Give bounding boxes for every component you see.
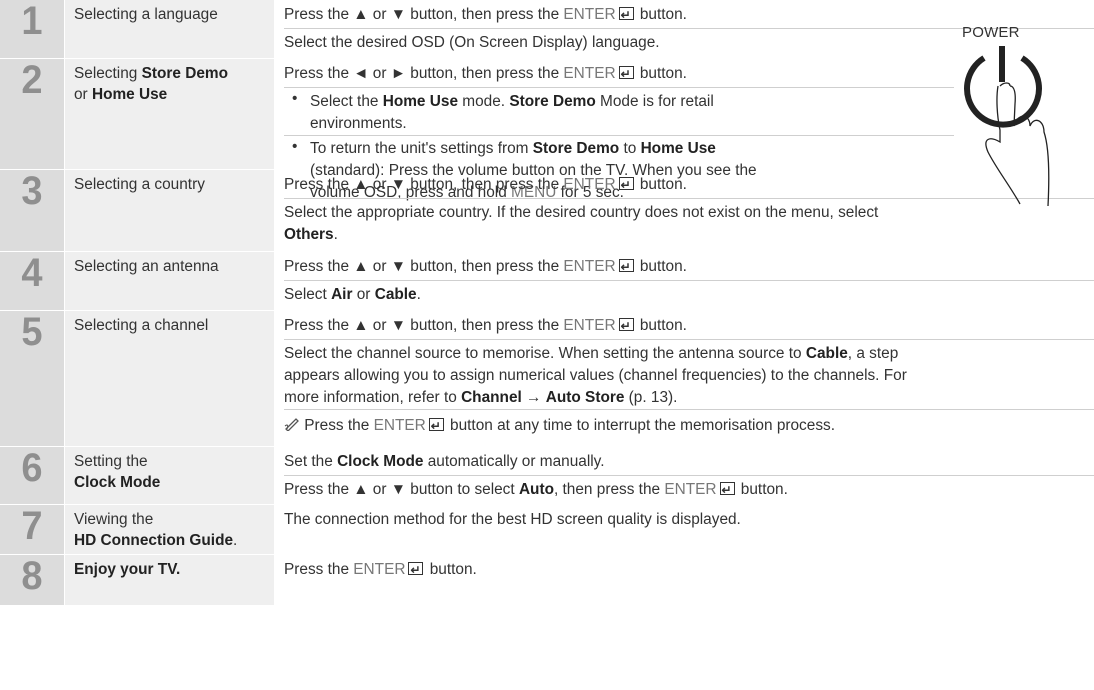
step-title: Selecting a language (65, 0, 274, 58)
enter-key-icon (618, 315, 634, 337)
step-title: Selecting a country (65, 170, 274, 251)
note-pencil-icon (284, 418, 299, 432)
step-row-4: 4 Selecting an antenna Press the ▲ or ▼ … (0, 252, 1094, 310)
bullet-item: Select the Home Use mode. Store Demo Mod… (284, 87, 954, 135)
step-number: 8 (0, 555, 64, 605)
step-title: Selecting an antenna (65, 252, 274, 310)
step-row-5: 5 Selecting a channel Press the ▲ or ▼ b… (0, 311, 1094, 446)
enter-key-icon (618, 4, 634, 26)
enter-key-icon (618, 174, 634, 196)
step-number: 6 (0, 447, 64, 504)
step-number: 4 (0, 252, 64, 310)
step-number: 2 (0, 59, 64, 169)
step-instructions: Press the ▲ or ▼ button, then press the … (284, 311, 1094, 437)
step-number: 5 (0, 311, 64, 446)
step-instructions: Press the ENTER button. (284, 555, 1094, 581)
step-number: 1 (0, 0, 64, 58)
power-button-hand-icon (964, 46, 1050, 206)
step-row-3: 3 Selecting a country Press the ▲ or ▼ b… (0, 170, 1094, 251)
step-number: 7 (0, 505, 64, 554)
step-title: Selecting a channel (65, 311, 274, 446)
step-title: Selecting Store Demo or Home Use (65, 59, 274, 169)
step-number: 3 (0, 170, 64, 251)
enter-label: ENTER (563, 6, 616, 23)
enter-key-icon (428, 415, 444, 437)
enter-key-icon (618, 256, 634, 278)
step-instructions: The connection method for the best HD sc… (284, 511, 741, 528)
step-instructions: Set the Clock Mode automatically or manu… (284, 447, 1094, 501)
step-row-8: 8 Enjoy your TV. Press the ENTER button. (0, 555, 1094, 605)
power-label: POWER (962, 24, 1020, 41)
step-row-1: 1 Selecting a language Press the ▲ or ▼ … (0, 0, 1094, 58)
step-title: Setting the Clock Mode (65, 447, 274, 504)
step-title: Viewing the HD Connection Guide. (65, 505, 274, 554)
step-row-6: 6 Setting the Clock Mode Set the Clock M… (0, 447, 1094, 504)
enter-key-icon (618, 63, 634, 85)
step-title: Enjoy your TV. (65, 555, 274, 605)
step-row-7: 7 Viewing the HD Connection Guide. The c… (0, 505, 1094, 554)
step-instructions: Press the ▲ or ▼ button, then press the … (284, 252, 1094, 306)
step-row-2: 2 Selecting Store Demo or Home Use Press… (0, 59, 1094, 201)
enter-key-icon (408, 559, 424, 581)
enter-key-icon (719, 479, 735, 501)
